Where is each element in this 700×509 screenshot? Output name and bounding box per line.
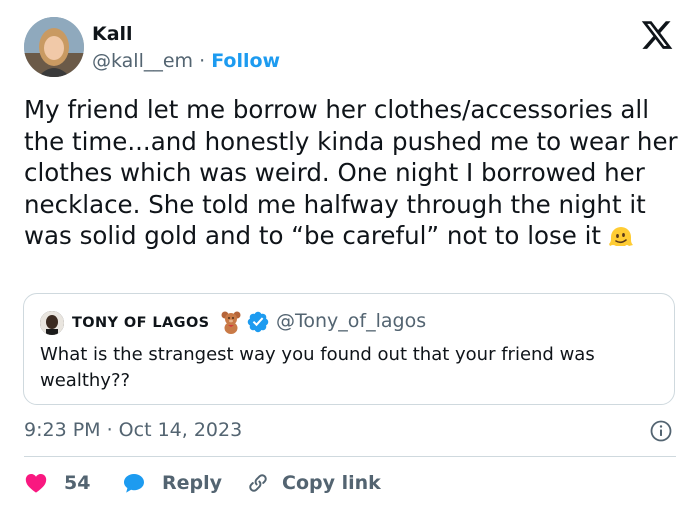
quoted-tweet[interactable]: TONY OF LAGOS @Tony_of_lagos What is the…: [23, 293, 675, 405]
reply-button[interactable]: Reply: [122, 470, 222, 496]
quoted-author-handle[interactable]: @Tony_of_lagos: [276, 310, 426, 332]
tweet-text: My friend let me borrow her clothes/acce…: [24, 95, 686, 250]
follow-button[interactable]: Follow: [211, 50, 280, 72]
reply-label: Reply: [162, 472, 223, 494]
tweet-embed-card: Kall @kall__em · Follow My friend let me…: [0, 0, 700, 509]
quoted-author-avatar[interactable]: [40, 311, 64, 335]
reply-bubble-icon: [124, 474, 144, 493]
author-name[interactable]: Kall: [92, 23, 133, 45]
separator-dot: ·: [199, 50, 206, 72]
copy-link-label: Copy link: [282, 472, 381, 494]
avatar-image: [24, 17, 84, 77]
heart-icon: [25, 474, 47, 493]
quoted-author-name[interactable]: TONY OF LAGOS: [72, 315, 210, 331]
author-avatar[interactable]: [24, 17, 84, 77]
quoted-avatar-image: [40, 311, 64, 335]
verified-badge-icon: [247, 311, 269, 333]
author-handle-row: @kall__em · Follow: [92, 50, 280, 72]
author-handle[interactable]: @kall__em: [92, 50, 193, 72]
copy-link-button[interactable]: Copy link: [246, 470, 381, 496]
tweet-text-block: My friend let me borrow her clothes/acce…: [24, 94, 684, 258]
teddy-bear-icon: [221, 311, 241, 334]
divider: [24, 456, 676, 457]
quoted-tweet-text: What is the strangest way you found out …: [40, 344, 595, 391]
info-icon[interactable]: [650, 420, 672, 442]
tweet-timestamp[interactable]: 9:23 PM · Oct 14, 2023: [24, 419, 242, 441]
link-icon: [249, 474, 267, 492]
melting-face-emoji-icon: [607, 222, 635, 258]
like-button[interactable]: 54: [24, 470, 90, 496]
x-logo-icon[interactable]: [640, 18, 674, 52]
like-count: 54: [64, 472, 91, 494]
